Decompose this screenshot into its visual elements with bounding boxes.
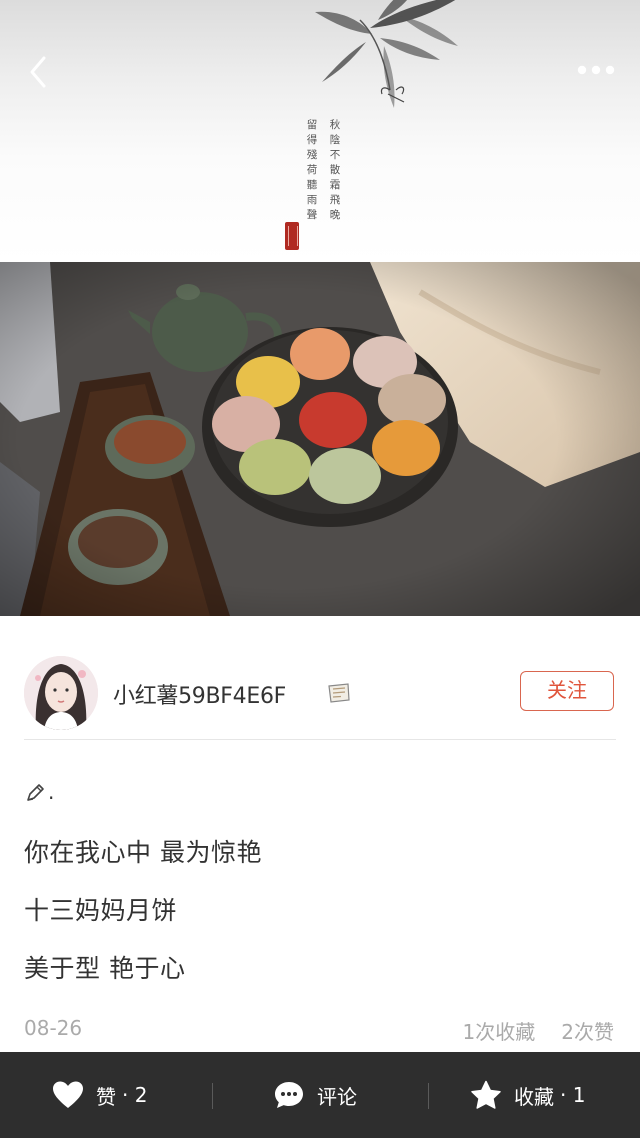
comment-bubble-icon	[275, 1082, 303, 1108]
avatar[interactable]	[24, 656, 98, 730]
note-badge-icon	[328, 683, 350, 703]
post-text-line-3: 美于型 艳于心	[24, 954, 186, 983]
more-dots-icon[interactable]	[574, 56, 618, 84]
heart-icon	[53, 1081, 83, 1108]
note-detail-page: 秋陰不散霜飛晚 留得殘荷聽雨聲 小红薯59BF4E6F 关注 . 你在我心中 最…	[0, 0, 640, 1138]
lead-suffix: .	[48, 780, 55, 804]
pencil-icon	[27, 784, 44, 801]
comment-button[interactable]: 评论	[273, 1052, 357, 1138]
collect-button[interactable]: 收藏 · 1	[470, 1052, 585, 1138]
poem-column-right: 秋陰不散霜飛晚	[329, 119, 341, 221]
collect-label: 收藏	[514, 1084, 554, 1109]
comment-label: 评论	[317, 1084, 357, 1109]
poem-column-left: 留得殘荷聽雨聲	[306, 119, 318, 221]
like-button[interactable]: 赞 · 2	[52, 1052, 147, 1138]
post-date: 08-26	[24, 1016, 83, 1040]
follow-button[interactable]: 关注	[520, 671, 614, 711]
like-count-text: 2次赞	[561, 1020, 614, 1044]
bar-separator	[428, 1083, 429, 1109]
post-text-line-2: 十三妈妈月饼	[24, 896, 178, 925]
bottom-action-bar: 赞 · 2 评论 收藏 · 1	[0, 1052, 640, 1138]
author-row: 小红薯59BF4E6F 关注	[0, 616, 640, 740]
vertical-poem: 秋陰不散霜飛晚 留得殘荷聽雨聲	[303, 118, 345, 238]
like-label: 赞	[96, 1084, 116, 1109]
collect-count: · 1	[560, 1083, 586, 1107]
mooncake-photo[interactable]	[0, 262, 640, 616]
red-seal-stamp	[285, 222, 299, 250]
chevron-left-icon[interactable]	[22, 52, 58, 92]
bar-separator	[212, 1083, 213, 1109]
header-art: 秋陰不散霜飛晚 留得殘荷聽雨聲	[0, 0, 640, 262]
post-stats: 1次收藏 2次赞	[437, 1016, 614, 1045]
collect-count-text: 1次收藏	[462, 1020, 536, 1044]
author-name[interactable]: 小红薯59BF4E6F	[113, 678, 286, 710]
star-icon	[471, 1080, 501, 1109]
divider	[24, 739, 616, 740]
post-text-line-1: 你在我心中 最为惊艳	[24, 838, 262, 867]
like-count: · 2	[122, 1083, 148, 1107]
